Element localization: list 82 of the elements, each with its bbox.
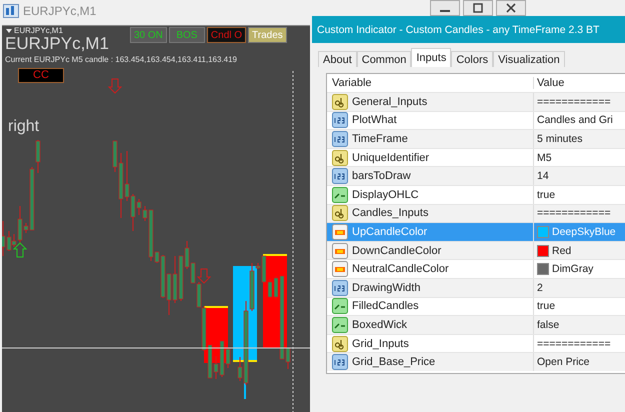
maximize-icon xyxy=(472,3,484,13)
variable-name: FilledCandles xyxy=(352,300,419,312)
color-type-icon xyxy=(332,261,348,278)
value-text: ============ xyxy=(537,207,611,220)
cc-label: CC xyxy=(18,68,64,83)
value-text: true xyxy=(537,188,556,201)
value-text: Red xyxy=(552,244,572,257)
caret-icon xyxy=(6,28,12,32)
down-arrow-icon xyxy=(108,78,122,94)
level-line xyxy=(233,360,257,362)
color-type-icon xyxy=(332,224,348,240)
close-icon xyxy=(505,3,517,13)
value-text: true xyxy=(537,300,556,312)
down-arrow-icon xyxy=(196,268,212,284)
close-button[interactable] xyxy=(496,0,526,16)
tab[interactable]: Visualization xyxy=(493,51,565,67)
window-title: EURJPYc,M1 xyxy=(23,4,96,18)
input-row[interactable]: DownCandleColor Red xyxy=(327,240,625,260)
number-type-icon xyxy=(332,130,348,147)
input-row[interactable]: DrawingWidth 2 xyxy=(327,278,625,297)
input-row[interactable]: Grid_Base_Price Open Price xyxy=(327,352,625,371)
text-type-icon xyxy=(332,336,348,352)
value-text: DeepSkyBlue xyxy=(552,226,616,238)
variable-name: TimeFrame xyxy=(352,132,408,145)
number-type-icon xyxy=(332,354,348,370)
variable-name: BoxedWick xyxy=(352,318,408,331)
up-arrow-icon xyxy=(12,242,28,258)
number-type-icon xyxy=(332,168,348,184)
variable-name: DisplayOHLC xyxy=(352,188,419,201)
maximize-button[interactable] xyxy=(463,0,493,16)
level-line xyxy=(204,306,228,308)
input-row[interactable]: Candles_Inputs ============ xyxy=(327,204,625,222)
variable-name: barsToDraw xyxy=(352,170,411,182)
boolean-type-icon xyxy=(332,186,348,203)
level-line xyxy=(263,254,287,256)
variable-name: Grid_Inputs xyxy=(352,338,409,350)
variable-name: DownCandleColor xyxy=(352,244,442,257)
column-header: Variable xyxy=(331,77,373,89)
input-row[interactable]: BoxedWick false xyxy=(327,315,625,334)
value-text: 14 xyxy=(537,170,549,182)
boolean-type-icon xyxy=(332,298,348,314)
variable-name: DrawingWidth xyxy=(352,282,420,294)
variable-name: NeutralCandleColor xyxy=(352,263,449,276)
value-text: DimGray xyxy=(552,263,594,276)
tab[interactable]: Inputs xyxy=(411,48,452,67)
tab[interactable]: About xyxy=(318,51,357,67)
variable-name: UpCandleColor xyxy=(352,226,428,238)
value-text: Candles and Gri xyxy=(537,114,613,126)
tab[interactable]: Colors xyxy=(451,51,494,67)
side-label: right xyxy=(8,118,40,136)
variable-name: General_Inputs xyxy=(352,96,428,108)
color-type-icon xyxy=(332,242,348,259)
value-text: 5 minutes xyxy=(537,132,583,145)
value-text: 2 xyxy=(537,282,543,294)
value-text: M5 xyxy=(537,152,552,164)
value-text: false xyxy=(537,318,560,331)
minimize-button[interactable] xyxy=(430,0,460,16)
input-row[interactable]: General_Inputs ============ xyxy=(327,92,625,111)
input-row[interactable]: barsToDraw 14 xyxy=(327,166,625,185)
number-type-icon xyxy=(332,280,348,296)
window-icon xyxy=(3,4,19,18)
chart-button[interactable]: Cndl O xyxy=(206,27,246,43)
text-type-icon xyxy=(332,94,348,110)
text-type-icon xyxy=(332,150,348,166)
value-text: ============ xyxy=(537,96,611,108)
boolean-type-icon xyxy=(332,316,348,333)
variable-name: Candles_Inputs xyxy=(352,207,428,220)
variable-name: UniqueIdentifier xyxy=(352,152,430,164)
minimize-icon xyxy=(440,10,450,12)
variable-name: PlotWhat xyxy=(352,114,397,126)
column-header: Value xyxy=(533,77,625,89)
symbol-label: EURJPYc,M1 xyxy=(5,35,109,53)
value-text: ============ xyxy=(537,338,611,350)
value-text: Open Price xyxy=(537,356,590,368)
number-type-icon xyxy=(332,112,348,128)
candle-info-text: Current EURJPYc M5 candle : 163.454,163.454,163.411,163.419 xyxy=(5,55,238,64)
tab[interactable]: Common xyxy=(356,51,412,67)
variable-name: Grid_Base_Price xyxy=(352,356,436,368)
input-row[interactable]: TimeFrame 5 minutes xyxy=(327,129,625,148)
text-type-icon xyxy=(332,205,348,222)
dialog-title: Custom Indicator - Custom Candles - any TimeFrame 2.3 BT xyxy=(317,24,600,36)
symbol-menu[interactable]: EURJPYc,M1 xyxy=(6,26,63,35)
